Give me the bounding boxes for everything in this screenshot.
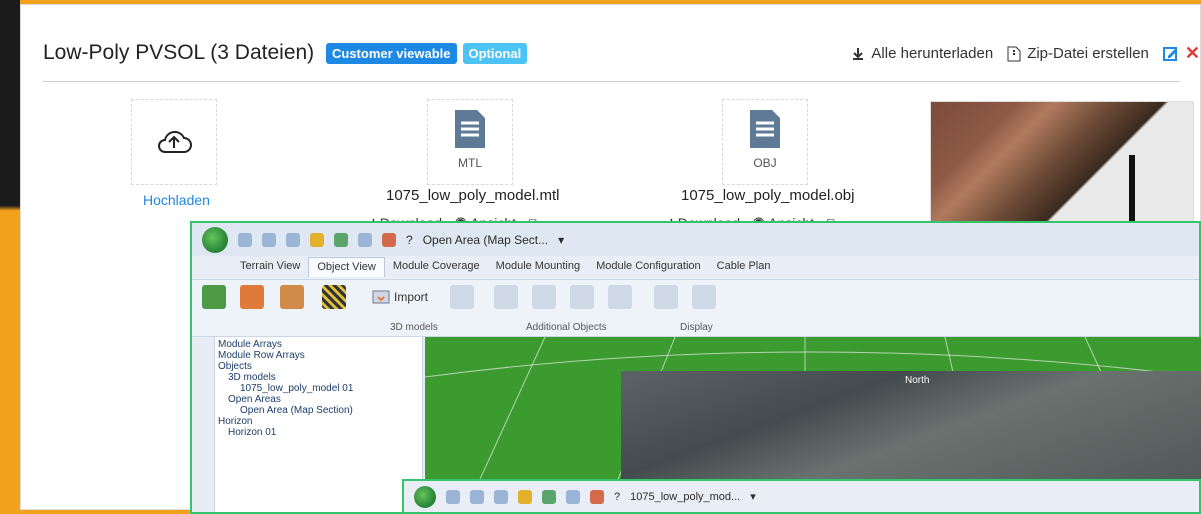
- object-tree-panel: Module Arrays Module Row Arrays Objects …: [192, 337, 423, 512]
- ribbon-group-additional-objects: Additional Objects: [526, 322, 607, 333]
- object-tool-2-icon[interactable]: [532, 285, 556, 309]
- badge-optional: Optional: [462, 43, 528, 64]
- chevron-down-icon[interactable]: ▾: [750, 490, 756, 503]
- tree-node-open-areas[interactable]: Open Areas: [228, 394, 281, 405]
- cloud-upload-icon: [156, 129, 192, 155]
- tab-module-mounting[interactable]: Module Mounting: [488, 257, 588, 277]
- create-zip-label: Zip-Datei erstellen: [1027, 45, 1149, 62]
- tree-node-low-poly-model[interactable]: 1075_low_poly_model 01: [240, 383, 353, 394]
- undo-icon[interactable]: [446, 489, 460, 504]
- panel-header: Low-Poly PVSOL (3 Dateien) Customer view…: [43, 41, 1200, 77]
- file-name-mtl: 1075_low_poly_model.mtl: [386, 187, 560, 204]
- ribbon: Import 3D models Additional Objects Disp…: [192, 279, 1199, 337]
- tree-node-objects[interactable]: Objects: [218, 361, 252, 372]
- import-icon: [372, 288, 390, 306]
- tree-node-horizon[interactable]: Horizon: [218, 416, 252, 427]
- edit-icon[interactable]: [1162, 46, 1179, 62]
- app-logo-icon[interactable]: [202, 226, 228, 253]
- tab-cable-plan[interactable]: Cable Plan: [709, 257, 779, 277]
- ribbon-group-display: Display: [680, 322, 713, 333]
- redo-icon[interactable]: [494, 489, 508, 504]
- upload-link[interactable]: Hochladen: [143, 192, 210, 208]
- close-icon[interactable]: ✕: [1185, 43, 1200, 64]
- quick-access-dropdown-2[interactable]: 1075_low_poly_mod...: [630, 491, 740, 503]
- image-thumbnail[interactable]: [930, 101, 1194, 231]
- ribbon-tabs: Terrain View Object View Module Coverage…: [232, 257, 778, 277]
- left-dark-edge: [0, 0, 20, 514]
- import-label: Import: [394, 290, 429, 304]
- create-zip-button[interactable]: Zip-Datei erstellen: [1007, 45, 1149, 62]
- file-tile-obj[interactable]: OBJ: [722, 99, 808, 185]
- upload-tile[interactable]: [131, 99, 217, 185]
- folder-icon[interactable]: [590, 489, 604, 504]
- import-button[interactable]: Import: [372, 288, 428, 306]
- tab-terrain-view[interactable]: Terrain View: [232, 257, 308, 277]
- download-all-button[interactable]: Alle herunterladen: [851, 45, 993, 62]
- document-icon: [748, 108, 782, 150]
- tree-node-module-row-arrays[interactable]: Module Row Arrays: [218, 350, 305, 361]
- folder-icon[interactable]: [382, 232, 396, 247]
- tree-tool-icon[interactable]: [202, 285, 226, 309]
- object-tool-4-icon[interactable]: [608, 285, 632, 309]
- undo-icon[interactable]: [238, 232, 252, 247]
- badges: Customer viewable Optional: [326, 43, 528, 64]
- header-divider: [43, 81, 1180, 82]
- help-icon[interactable]: ?: [406, 233, 413, 247]
- display-tool-2-icon[interactable]: [692, 285, 716, 309]
- help-icon[interactable]: ?: [614, 491, 620, 503]
- file-ext-obj: OBJ: [753, 156, 777, 170]
- save-icon[interactable]: [334, 232, 348, 247]
- sun-icon[interactable]: [310, 232, 324, 247]
- pvsol-window: ? Open Area (Map Sect... ▾ Terrain View …: [190, 221, 1201, 514]
- pvsol-window-2: ? 1075_low_poly_mod... ▾: [402, 479, 1201, 514]
- file-name-obj: 1075_low_poly_model.obj: [681, 187, 855, 204]
- tab-object-view[interactable]: Object View: [308, 257, 385, 277]
- info-icon[interactable]: [262, 232, 276, 247]
- tab-module-configuration[interactable]: Module Configuration: [588, 257, 709, 277]
- object-tool-1-icon[interactable]: [494, 285, 518, 309]
- wall-tool-icon[interactable]: [280, 285, 304, 309]
- tree-node-open-area-map[interactable]: Open Area (Map Section): [240, 405, 353, 416]
- tree-toolbar: [192, 337, 215, 512]
- document-icon: [453, 108, 487, 150]
- save-icon[interactable]: [542, 489, 556, 504]
- tool-icon[interactable]: [566, 489, 580, 504]
- quick-access-dropdown[interactable]: Open Area (Map Sect...: [423, 233, 548, 247]
- display-tool-1-icon[interactable]: [654, 285, 678, 309]
- info-icon[interactable]: [470, 489, 484, 504]
- download-icon: [851, 47, 865, 61]
- tree-node-module-arrays[interactable]: Module Arrays: [218, 339, 282, 350]
- file-ext-mtl: MTL: [458, 156, 482, 170]
- tree-node-3d-models[interactable]: 3D models: [228, 372, 276, 383]
- download-all-label: Alle herunterladen: [871, 45, 994, 62]
- redo-icon[interactable]: [286, 232, 300, 247]
- page-title: Low-Poly PVSOL (3 Dateien): [43, 41, 315, 64]
- tool-icon[interactable]: [358, 232, 372, 247]
- object-tool-3-icon[interactable]: [570, 285, 594, 309]
- chevron-down-icon[interactable]: ▾: [558, 233, 564, 247]
- badge-customer-viewable: Customer viewable: [326, 43, 457, 64]
- house-tool-icon[interactable]: [240, 285, 264, 309]
- stripe-tool-icon[interactable]: [322, 285, 346, 309]
- sun-icon[interactable]: [518, 489, 532, 504]
- ribbon-group-3d-models: 3D models: [390, 322, 438, 333]
- quick-access-toolbar: ? Open Area (Map Sect... ▾: [192, 223, 1199, 256]
- tab-module-coverage[interactable]: Module Coverage: [385, 257, 488, 277]
- north-label: North: [905, 375, 930, 386]
- file-tile-mtl[interactable]: MTL: [427, 99, 513, 185]
- app-logo-icon[interactable]: [414, 485, 436, 508]
- zip-file-icon: [1007, 46, 1021, 62]
- tree-node-horizon-01[interactable]: Horizon 01: [228, 427, 276, 438]
- building-tool-icon[interactable]: [450, 285, 474, 309]
- header-actions: Alle herunterladen Zip-Datei erstellen ✕: [851, 43, 1200, 64]
